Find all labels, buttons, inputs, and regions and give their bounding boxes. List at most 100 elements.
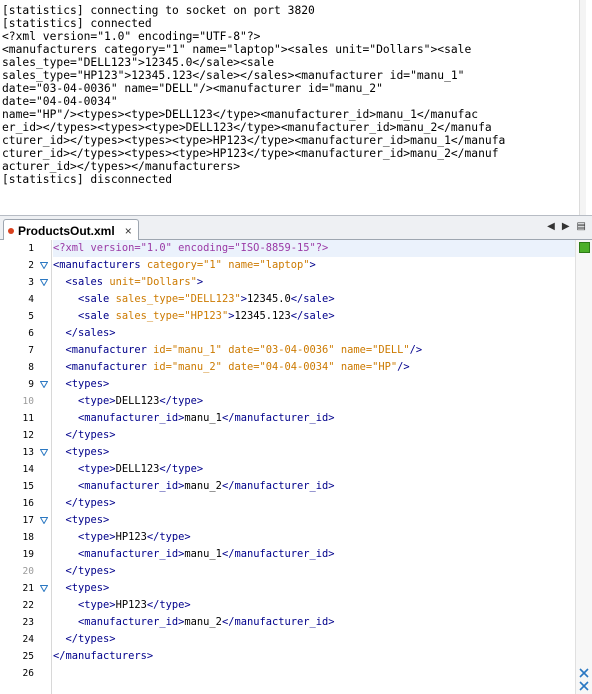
collapse-icon[interactable] xyxy=(578,680,590,692)
code-line[interactable]: <types> xyxy=(53,580,575,597)
fold-arrow-icon[interactable] xyxy=(40,279,48,286)
code-token-tag: </types> xyxy=(65,633,116,645)
console-line: cturer_id></types><types><type>HP123</ty… xyxy=(2,134,506,147)
console-scrollbar[interactable] xyxy=(579,0,586,215)
close-tab-icon[interactable]: × xyxy=(125,224,132,238)
code-token-tag: /> xyxy=(397,361,410,373)
line-number: 23 xyxy=(22,617,34,628)
code-area[interactable]: <?xml version="1.0" encoding="ISO-8859-1… xyxy=(53,240,575,694)
code-token-tag: </types> xyxy=(65,429,116,441)
code-token-tag: </manufacturer_id> xyxy=(221,616,335,628)
code-token-attr: name= xyxy=(340,361,373,373)
line-number: 10 xyxy=(22,396,34,407)
nav-right-icon[interactable]: ▶ xyxy=(562,221,570,233)
error-stripe[interactable] xyxy=(575,240,592,694)
gutter-line: 8 xyxy=(0,359,51,376)
code-token-val: "1" xyxy=(203,259,222,271)
line-number: 12 xyxy=(22,430,34,441)
line-number: 22 xyxy=(22,600,34,611)
editor-tab-bar: ProductsOut.xml × ◀ ▶ ▤ xyxy=(0,215,592,241)
tab-products-out-xml[interactable]: ProductsOut.xml × xyxy=(3,219,139,241)
console-line: <?xml version="1.0" encoding="UTF-8"?> xyxy=(2,30,261,43)
code-line[interactable]: <type>HP123</type> xyxy=(53,529,575,546)
code-line[interactable]: <manufacturer_id>manu_2</manufacturer_id… xyxy=(53,614,575,631)
xml-editor[interactable]: 1 2 3 4 5 6 7 8 9 10 11 12 13 14 15 16 17 18 19 20 21 22 23 24 2… xyxy=(0,240,592,694)
code-line[interactable]: <types> xyxy=(53,376,575,393)
gutter-line: 21 xyxy=(0,580,51,597)
code-line[interactable]: <manufacturer_id>manu_1</manufacturer_id… xyxy=(53,410,575,427)
code-line[interactable]: <sale sales_type="HP123">12345.123</sale… xyxy=(53,308,575,325)
code-token-tag: <type> xyxy=(78,463,116,475)
code-token-tag: <type> xyxy=(78,395,116,407)
output-console[interactable]: [statistics] connecting to socket on por… xyxy=(0,0,586,215)
window-list-icon[interactable]: ▤ xyxy=(577,221,586,233)
code-line[interactable]: </types> xyxy=(53,631,575,648)
code-line[interactable]: <sale sales_type="DELL123">12345.0</sale… xyxy=(53,291,575,308)
code-token-val: "manu_2" xyxy=(171,361,222,373)
console-line: [statistics] connecting to socket on por… xyxy=(2,4,315,17)
code-line[interactable]: <sales unit="Dollars"> xyxy=(53,274,575,291)
code-token-attr: id= xyxy=(153,361,172,373)
fold-arrow-icon[interactable] xyxy=(40,517,48,524)
line-number-gutter[interactable]: 1 2 3 4 5 6 7 8 9 10 11 12 13 14 15 16 17 18 19 20 21 22 23 24 2… xyxy=(0,240,52,694)
code-token-txt: manu_1 xyxy=(184,412,222,424)
gutter-line: 7 xyxy=(0,342,51,359)
code-token-tag: <manufacturer_id> xyxy=(78,548,185,560)
code-line[interactable]: <types> xyxy=(53,512,575,529)
gutter-line: 23 xyxy=(0,614,51,631)
code-line[interactable]: <types> xyxy=(53,444,575,461)
code-token-txt: manu_1 xyxy=(184,548,222,560)
code-token-val: "Dollars" xyxy=(140,276,197,288)
expand-icon[interactable] xyxy=(578,667,590,679)
code-line[interactable]: <manufacturer_id>manu_2</manufacturer_id… xyxy=(53,478,575,495)
console-text-area[interactable]: [statistics] connecting to socket on por… xyxy=(0,0,586,186)
code-token-tag: <type> xyxy=(78,531,116,543)
console-line: name="HP"/><types><type>DELL123</type><m… xyxy=(2,108,479,121)
code-token-attr: name= xyxy=(340,344,373,356)
code-line[interactable]: <?xml version="1.0" encoding="ISO-8859-1… xyxy=(53,240,575,257)
fold-arrow-icon[interactable] xyxy=(40,585,48,592)
code-line[interactable]: </manufacturers> xyxy=(53,648,575,665)
code-token-attr: name= xyxy=(228,259,260,271)
tab-title: ProductsOut.xml xyxy=(18,223,115,238)
code-token-tag: > xyxy=(196,276,204,288)
code-line[interactable]: <manufacturers category="1" name="laptop… xyxy=(53,257,575,274)
fold-arrow-icon[interactable] xyxy=(40,262,48,269)
code-token-tag: /> xyxy=(409,344,423,356)
code-token-attr: unit= xyxy=(109,276,141,288)
code-token-tag: </manufacturers> xyxy=(53,650,154,662)
code-line[interactable]: <manufacturer id="manu_1" date="03-04-00… xyxy=(53,342,575,359)
modified-dot-icon xyxy=(8,227,14,234)
code-line[interactable]: </types> xyxy=(53,495,575,512)
code-token-txt: HP123 xyxy=(115,599,147,611)
gutter-line: 11 xyxy=(0,410,51,427)
code-token-tag: <manufacturer xyxy=(65,361,154,373)
code-token-attr: sales_type= xyxy=(115,293,185,305)
gutter-line: 24 xyxy=(0,631,51,648)
code-line[interactable]: <manufacturer_id>manu_1</manufacturer_id… xyxy=(53,546,575,563)
code-line[interactable]: </sales> xyxy=(53,325,575,342)
gutter-line: 5 xyxy=(0,308,51,325)
fold-arrow-icon[interactable] xyxy=(40,381,48,388)
no-errors-icon[interactable] xyxy=(579,242,590,253)
code-token-txt: manu_2 xyxy=(184,480,222,492)
fold-arrow-icon[interactable] xyxy=(40,449,48,456)
code-token-decl: <?xml version="1.0" encoding="ISO-8859-1… xyxy=(53,242,329,254)
code-line[interactable]: <type>DELL123</type> xyxy=(53,393,575,410)
code-line[interactable]: <type>DELL123</type> xyxy=(53,461,575,478)
console-line: [statistics] disconnected xyxy=(2,173,173,186)
code-line[interactable]: </types> xyxy=(53,427,575,444)
code-line[interactable]: </types> xyxy=(53,563,575,580)
code-line[interactable]: <type>HP123</type> xyxy=(53,597,575,614)
console-line: [statistics] connected xyxy=(2,17,152,30)
nav-left-icon[interactable]: ◀ xyxy=(547,221,555,233)
code-line[interactable]: <manufacturer id="manu_2" date="04-04-00… xyxy=(53,359,575,376)
code-line[interactable] xyxy=(53,665,575,682)
